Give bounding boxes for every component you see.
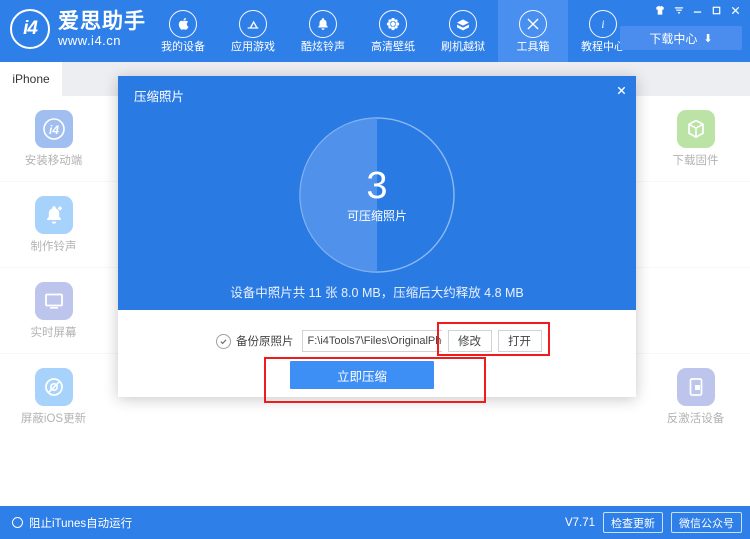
download-center-label: 下载中心 [649,31,698,46]
window-controls [651,2,744,19]
wechat-button[interactable]: 微信公众号 [671,512,742,533]
nav-label: 高清壁纸 [371,40,415,53]
status-bar-right: V7.71 检查更新 微信公众号 [565,512,742,533]
logo-text: 爱思助手 www.i4.cn [58,9,146,48]
nav-label: 工具箱 [516,40,550,53]
block-itunes-toggle[interactable]: 阻止iTunes自动运行 [12,515,132,531]
nav-item-wallpapers[interactable]: 高清壁纸 [358,0,428,62]
open-path-button[interactable]: 打开 [497,330,542,352]
nav-label: 我的设备 [161,40,205,53]
svg-text:i: i [601,19,604,31]
compress-now-button[interactable]: 立即压缩 [290,361,434,389]
tab-label: iPhone [12,72,50,86]
logo-mark-text: i4 [23,18,38,39]
nav-item-ringtones[interactable]: 酷炫铃声 [288,0,358,62]
menu-icon[interactable] [670,2,687,19]
compress-photos-dialog: 压缩照片 3 可压缩照片 设备中照片共 11 张 8.0 MB，压缩后大约释放 … [118,76,636,397]
nav-label: 酷炫铃声 [301,40,345,53]
backup-original-row: 备份原照片 F:\i4Tools7\Files\OriginalPhoto 修改… [216,330,542,352]
app-logo: i4 爱思助手 www.i4.cn [10,9,146,49]
close-icon[interactable] [610,80,632,100]
app-window: i4 爱思助手 www.i4.cn 我的设备 应用游戏 酷炫铃声 高清壁纸 刷机… [0,0,750,539]
nav-label: 应用游戏 [231,40,275,53]
donut-value: 3 [366,165,388,207]
toggle-circle-icon [12,517,23,528]
dialog-footer: 备份原照片 F:\i4Tools7\Files\OriginalPhoto 修改… [118,310,636,397]
nav-item-my-device[interactable]: 我的设备 [148,0,218,62]
box-open-icon [449,9,477,38]
appstore-icon [239,9,267,38]
check-circle-icon[interactable] [216,333,231,349]
check-update-button[interactable]: 检查更新 [603,512,663,533]
skin-icon[interactable] [651,2,668,19]
backup-path-field[interactable]: F:\i4Tools7\Files\OriginalPhoto [301,330,442,352]
download-center-button[interactable]: 下载中心 ⬇ [620,26,742,50]
nav-item-flash-jailbreak[interactable]: 刷机越狱 [428,0,498,62]
compress-summary-text: 设备中照片共 11 张 8.0 MB，压缩后大约释放 4.8 MB [230,286,524,300]
tools-icon [519,9,547,38]
main-nav: 我的设备 应用游戏 酷炫铃声 高清壁纸 刷机越狱 工具箱 i 教程中心 [148,0,638,62]
compress-summary-donut: 3 可压缩照片 [118,110,636,280]
maximize-icon[interactable] [708,2,725,19]
bell-icon [309,9,337,38]
nav-item-apps-games[interactable]: 应用游戏 [218,0,288,62]
nav-item-toolbox[interactable]: 工具箱 [498,0,568,62]
apple-icon [169,9,197,38]
block-itunes-label: 阻止iTunes自动运行 [29,517,133,530]
logo-name: 爱思助手 [58,9,146,33]
version-label: V7.71 [564,516,595,529]
flower-icon [379,9,407,38]
tab-iphone[interactable]: iPhone [0,62,62,96]
app-header: i4 爱思助手 www.i4.cn 我的设备 应用游戏 酷炫铃声 高清壁纸 刷机… [0,0,750,62]
minimize-icon[interactable] [689,2,706,19]
logo-mark-icon: i4 [10,9,50,49]
status-bar: 阻止iTunes自动运行 V7.71 检查更新 微信公众号 [0,506,750,539]
modify-path-button[interactable]: 修改 [447,330,492,352]
logo-url: www.i4.cn [58,32,122,48]
donut-center: 3 可压缩照片 [297,115,457,275]
donut-chart: 3 可压缩照片 [297,115,457,275]
nav-label: 刷机越狱 [441,40,485,53]
download-icon: ⬇ [703,32,713,45]
nav-label: 教程中心 [581,40,625,53]
donut-caption: 可压缩照片 [346,209,407,223]
close-icon[interactable] [727,2,744,19]
backup-original-label: 备份原照片 [236,336,294,348]
dialog-title: 压缩照片 [134,90,185,104]
info-icon: i [589,9,617,38]
